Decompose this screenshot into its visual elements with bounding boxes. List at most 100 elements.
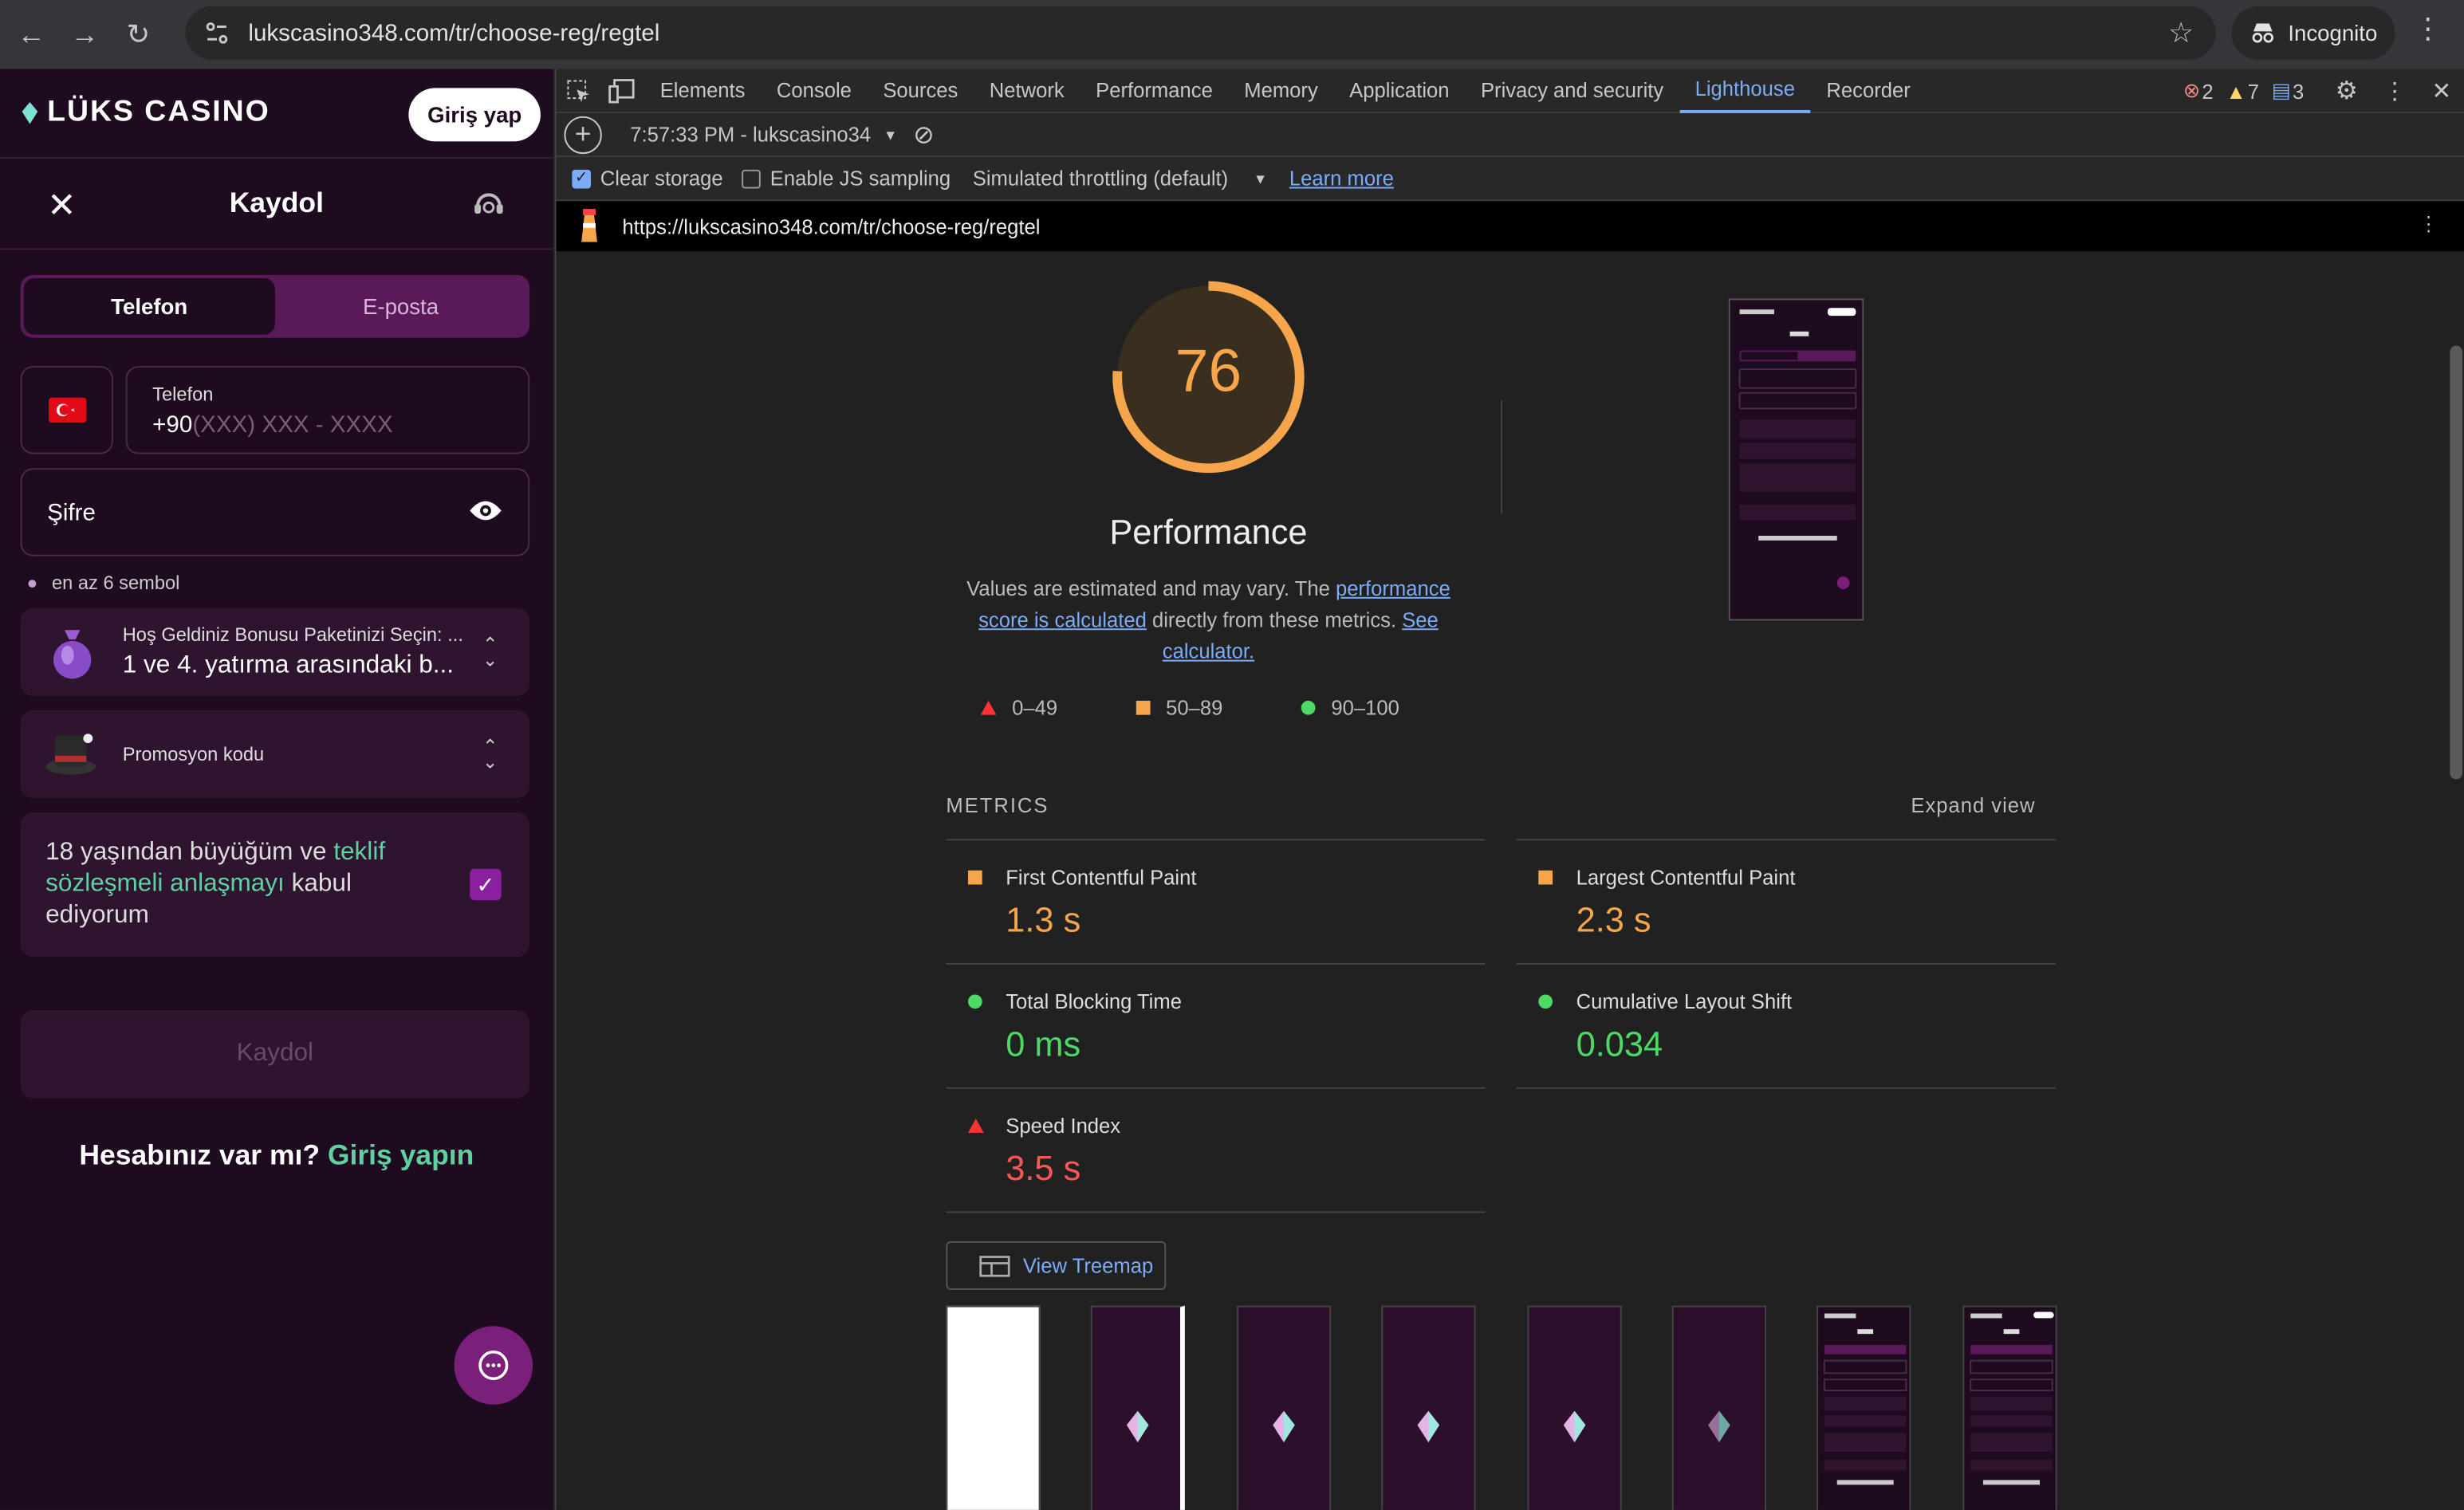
tab-memory[interactable]: Memory <box>1229 69 1334 112</box>
clear-storage-checkbox[interactable]: ✓ <box>572 168 591 188</box>
performance-score: 76 <box>1175 339 1242 406</box>
tab-lighthouse[interactable]: Lighthouse <box>1679 69 1811 112</box>
bonus-select[interactable]: Hoş Geldiniz Bonusu Paketinizi Seçin: ..… <box>20 608 530 697</box>
address-bar[interactable]: lukscasino348.com/tr/choose-reg/regtel ☆ <box>185 6 2216 60</box>
metric-value: 0 ms <box>1006 1024 1081 1064</box>
incognito-badge[interactable]: Incognito <box>2231 6 2395 60</box>
tab-application[interactable]: Application <box>1333 69 1465 112</box>
devtools-tabbar: Elements Console Sources Network Perform… <box>556 69 2464 113</box>
treemap-icon <box>979 1255 1010 1276</box>
legend-fail-label: 0–49 <box>1012 696 1058 720</box>
message-icon[interactable]: ▤ <box>2272 79 2291 104</box>
reload-icon[interactable]: ↻ <box>116 13 160 57</box>
metrics-divider <box>946 1211 1486 1213</box>
have-account-prompt: Hesabınız var mı? Giriş yapın <box>0 1139 553 1172</box>
login-link[interactable]: Giriş yapın <box>328 1139 474 1170</box>
phone-field[interactable]: Telefon +90(XXX) XXX - XXXX <box>125 366 530 454</box>
close-devtools-icon[interactable]: ✕ <box>2432 77 2452 106</box>
site-logo[interactable]: LÜKS CASINO <box>22 96 270 130</box>
tab-recorder[interactable]: Recorder <box>1811 69 1927 112</box>
back-icon[interactable]: ← <box>10 13 53 57</box>
gem-icon <box>1126 1410 1149 1443</box>
clear-block-icon[interactable]: ⊘ <box>913 119 934 150</box>
support-icon[interactable] <box>471 187 506 230</box>
tab-privacy-security[interactable]: Privacy and security <box>1465 69 1679 112</box>
legend-pass-label: 90–100 <box>1331 696 1399 720</box>
tab-email[interactable]: E-posta <box>275 278 526 335</box>
login-button[interactable]: Giriş yap <box>408 88 541 142</box>
throttling-dropdown-icon[interactable]: ▼ <box>1254 171 1268 187</box>
inspect-element-icon[interactable] <box>557 78 600 104</box>
eye-icon[interactable] <box>468 498 502 529</box>
tab-sources[interactable]: Sources <box>868 69 974 112</box>
tab-network[interactable]: Network <box>974 69 1080 112</box>
new-report-plus-icon[interactable]: + <box>564 115 602 154</box>
pass-circle-icon <box>1301 700 1316 715</box>
magic-hat-icon <box>42 726 99 787</box>
bookmark-star-icon[interactable]: ☆ <box>2168 18 2194 50</box>
promo-code-select[interactable]: Promosyon kodu ⌃ ⌄ <box>20 710 530 799</box>
learn-more-link[interactable]: Learn more <box>1289 167 1394 191</box>
metric-cls: Cumulative Layout Shift 0.034 <box>1516 963 2056 1087</box>
site-header: LÜKS CASINO Giriş yap <box>0 69 553 159</box>
metric-label: First Contentful Paint <box>1006 865 1197 890</box>
metrics-divider <box>1516 1087 2056 1089</box>
message-count[interactable]: 3 <box>2293 80 2304 104</box>
filmstrip-frame <box>1671 1305 1767 1510</box>
device-toolbar-icon[interactable] <box>600 78 644 104</box>
browser-toolbar: ← → ↻ lukscasino348.com/tr/choose-reg/re… <box>0 0 2464 69</box>
register-submit-button[interactable]: Kaydol <box>20 1010 530 1099</box>
expand-view-toggle[interactable]: Expand view <box>1911 793 2035 817</box>
lighthouse-toolbar: + 7:57:33 PM - lukscasino34 ▼ ⊘ <box>556 113 2464 158</box>
forward-icon[interactable]: → <box>63 13 107 57</box>
legend-fail: 0–49 <box>980 696 1058 720</box>
average-square-icon <box>1136 700 1151 715</box>
error-count[interactable]: 2 <box>2202 80 2213 104</box>
lighthouse-report: 76 Performance Values are estimated and … <box>556 251 2464 1510</box>
tab-phone[interactable]: Telefon <box>23 277 275 335</box>
legend-average-label: 50–89 <box>1166 696 1223 720</box>
incognito-label: Incognito <box>2288 20 2378 46</box>
error-icon[interactable]: ⊗ <box>2183 79 2200 104</box>
settings-gear-icon[interactable]: ⚙ <box>2336 76 2358 107</box>
header-divider <box>1501 400 1502 514</box>
site-settings-icon[interactable] <box>195 21 238 46</box>
chat-button[interactable] <box>454 1326 533 1405</box>
password-field[interactable]: Şifre <box>20 468 530 556</box>
js-sampling-checkbox[interactable] <box>742 168 761 188</box>
gem-icon <box>1563 1410 1586 1443</box>
dropdown-arrow-icon[interactable]: ▼ <box>884 127 898 143</box>
report-menu-icon[interactable]: ⋮ <box>2419 212 2439 238</box>
gem-icon <box>22 102 38 124</box>
fail-triangle-icon <box>980 700 997 715</box>
metric-tbt: Total Blocking Time 0 ms <box>946 963 1486 1087</box>
final-screenshot[interactable] <box>1728 298 1864 621</box>
tab-console[interactable]: Console <box>761 69 867 112</box>
metric-si: Speed Index 3.5 s <box>946 1087 1486 1212</box>
metric-label: Cumulative Layout Shift <box>1576 989 1793 1014</box>
address-url[interactable]: lukscasino348.com/tr/choose-reg/regtel <box>248 20 659 47</box>
incognito-icon <box>2252 23 2274 43</box>
throttling-select[interactable]: Simulated throttling (default) <box>973 167 1228 191</box>
tab-performance[interactable]: Performance <box>1080 69 1228 112</box>
country-selector[interactable] <box>20 366 113 454</box>
devtools-menu-icon[interactable]: ⋮ <box>2383 77 2407 106</box>
browser-menu-icon[interactable]: ⋮ <box>2414 13 2442 45</box>
report-selector[interactable]: 7:57:33 PM - lukscasino34 <box>630 123 871 147</box>
tab-elements[interactable]: Elements <box>644 69 761 112</box>
close-icon[interactable]: ✕ <box>47 186 76 226</box>
terms-checkbox[interactable]: ✓ <box>470 868 502 901</box>
warning-icon[interactable]: ▲ <box>2226 80 2246 104</box>
chat-icon <box>478 1351 509 1381</box>
register-title: Kaydol <box>229 187 324 218</box>
pass-circle-icon <box>1538 994 1553 1009</box>
legend-pass: 90–100 <box>1301 696 1399 720</box>
hint-dot <box>28 579 37 588</box>
warning-count[interactable]: 7 <box>2248 80 2259 104</box>
view-treemap-button[interactable]: View Treemap <box>946 1241 1167 1290</box>
average-square-icon <box>967 870 982 885</box>
gem-icon <box>1708 1410 1730 1443</box>
report-scrollbar[interactable] <box>2450 345 2463 780</box>
metric-fcp: First Contentful Paint 1.3 s <box>946 839 1486 963</box>
metric-label: Total Blocking Time <box>1006 989 1182 1014</box>
